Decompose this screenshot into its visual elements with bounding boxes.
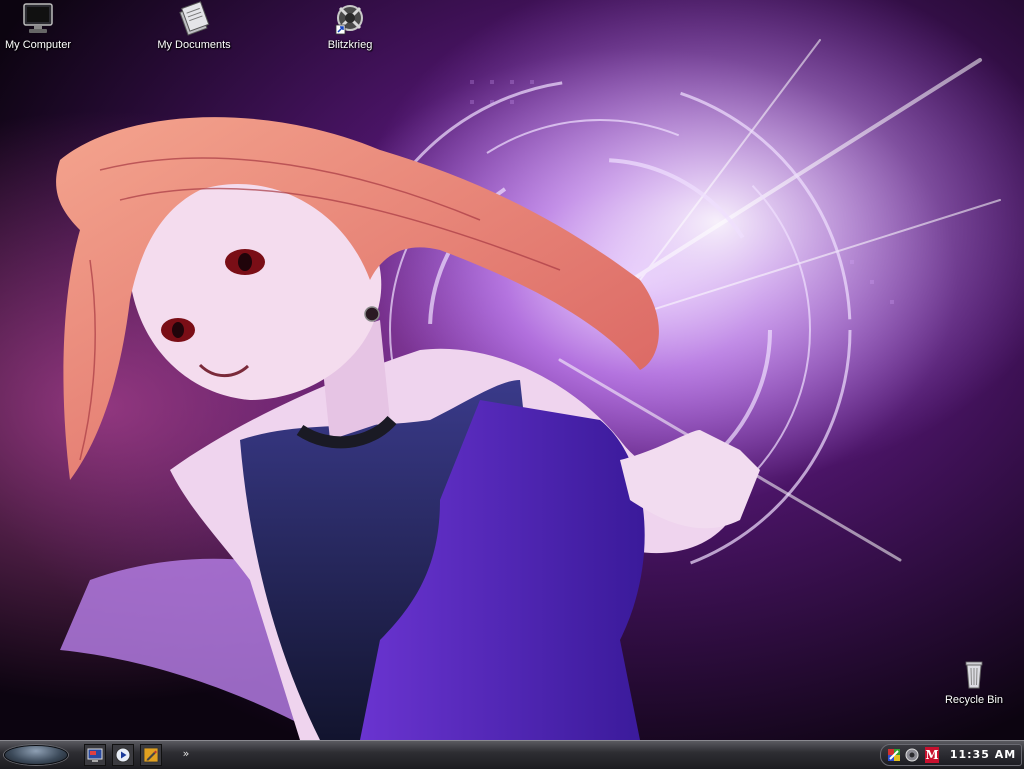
game-shortcut-icon [335, 5, 363, 35]
desktop-wallpaper [0, 0, 1024, 740]
documents-icon [179, 1, 210, 36]
desktop-icon-label: My Computer [4, 39, 72, 51]
media-player-button[interactable] [112, 744, 134, 766]
media-player-icon [115, 747, 131, 763]
show-desktop-icon [87, 748, 103, 762]
taskbar-clock[interactable]: 11:35 AM [947, 745, 1019, 765]
desktop-icon-label: Blitzkrieg [327, 39, 373, 51]
desktop-icon-label: Recycle Bin [944, 694, 1004, 706]
desktop-icon-blitzkrieg[interactable]: Blitzkrieg [302, 1, 398, 51]
desktop-icon-my-computer[interactable]: My Computer [0, 1, 86, 51]
pencil-button[interactable] [140, 744, 162, 766]
desktop-icon-recycle-bin[interactable]: Recycle Bin [926, 656, 1022, 706]
start-button[interactable] [4, 745, 68, 765]
taskbar: » M 11:35 AM [0, 740, 1024, 769]
system-tray: M 11:35 AM [880, 744, 1022, 766]
desktop-icon-my-documents[interactable]: My Documents [146, 1, 242, 51]
show-desktop-button[interactable] [84, 744, 106, 766]
speaker-icon[interactable] [905, 748, 919, 762]
antivirus-tray-icon[interactable]: M [925, 747, 939, 763]
quick-launch-bar [84, 744, 162, 766]
pencil-icon [143, 747, 159, 763]
monitor-icon [23, 3, 53, 33]
quick-launch-overflow-button[interactable]: » [180, 745, 192, 763]
desktop-icon-label: My Documents [157, 39, 231, 51]
security-shield-icon[interactable] [887, 748, 901, 762]
trash-can-icon [965, 661, 983, 689]
